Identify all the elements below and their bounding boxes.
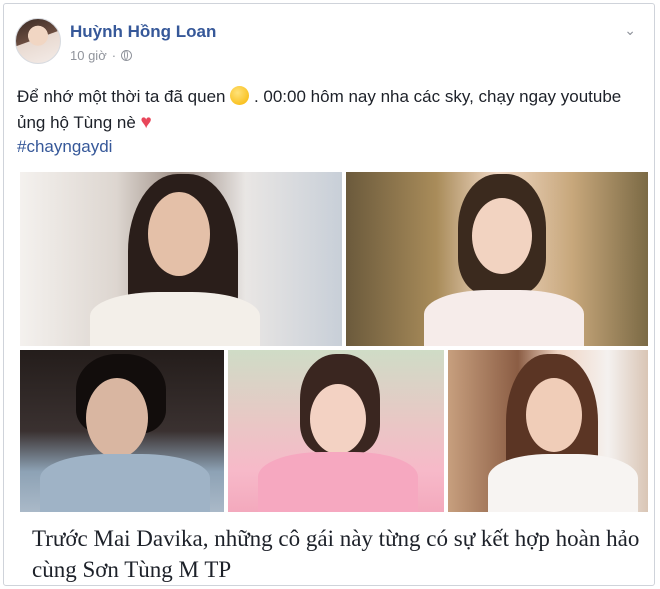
post-text-part1: Để nhớ một thời ta đã quen (17, 87, 226, 106)
photo-4-face (310, 384, 366, 454)
photo-1[interactable] (20, 172, 342, 346)
photo-3[interactable] (20, 350, 224, 512)
author-avatar[interactable] (15, 18, 61, 64)
photo-3-face (86, 378, 148, 458)
link-preview-title[interactable]: Trước Mai Davika, những cô gái này từng … (32, 523, 642, 585)
photo-5[interactable] (448, 350, 648, 512)
photo-2[interactable] (346, 172, 648, 346)
author-name[interactable]: Huỳnh Hồng Loan (70, 22, 216, 42)
photo-2-face (472, 198, 532, 274)
photo-5-face (526, 378, 582, 452)
post-text: Để nhớ một thời ta đã quen . 00:00 hôm n… (17, 84, 647, 136)
photo-1-shirt (90, 292, 260, 346)
heart-emoji-icon: ♥ (140, 112, 152, 133)
chevron-down-icon[interactable]: ⌄ (624, 22, 636, 39)
smile-emoji-icon (230, 86, 250, 105)
photo-5-shirt (488, 454, 638, 512)
photo-3-sweater (40, 454, 210, 512)
dot-separator: · (111, 48, 117, 63)
photo-4[interactable] (228, 350, 444, 512)
post-card: Huỳnh Hồng Loan 10 giờ · ⌄ Để nhớ một th… (3, 3, 655, 586)
hashtag-link[interactable]: #chayngaydi (17, 137, 112, 157)
post-meta: 10 giờ · (70, 48, 133, 63)
photo-1-face (148, 192, 210, 276)
globe-icon[interactable] (121, 50, 133, 61)
photo-2-dress (424, 290, 584, 346)
photo-4-hoodie (258, 452, 418, 512)
post-timestamp[interactable]: 10 giờ (70, 48, 107, 63)
